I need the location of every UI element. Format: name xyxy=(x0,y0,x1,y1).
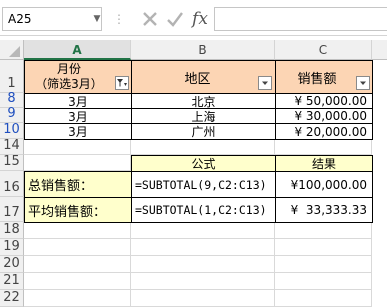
cell-b9[interactable]: 上海 xyxy=(131,108,276,124)
month-header-line1: 月份 xyxy=(56,62,81,76)
cell-a9[interactable]: 3月 xyxy=(24,108,132,124)
spreadsheet-grid: A B C 1 8 9 10 14 15 16 17 18 19 20 21 2… xyxy=(0,40,387,307)
cell-c10[interactable]: ¥ 20,000.00 xyxy=(275,123,373,140)
row-header-17[interactable]: 17 xyxy=(0,197,24,222)
row-header-16[interactable]: 16 xyxy=(0,171,24,197)
cell-c16[interactable]: ¥100,000.00 xyxy=(275,171,373,198)
cell-b21[interactable] xyxy=(131,273,275,290)
cell-c17[interactable]: ¥ 33,333.33 xyxy=(275,197,373,223)
cell-c21[interactable] xyxy=(275,273,372,290)
row-header-9[interactable]: 9 xyxy=(0,106,24,123)
cell-b22[interactable] xyxy=(131,290,275,307)
column-header-d[interactable] xyxy=(372,40,387,60)
row-header-18[interactable]: 18 xyxy=(0,222,24,239)
row-header-21[interactable]: 21 xyxy=(0,273,24,290)
cell-a8[interactable]: 3月 xyxy=(24,93,132,109)
cell-a22[interactable] xyxy=(24,290,131,307)
name-box-dropdown-icon[interactable]: ▼ xyxy=(92,9,102,29)
row-header-20[interactable]: 20 xyxy=(0,256,24,273)
cell-a18[interactable] xyxy=(24,222,131,239)
cell-a19[interactable] xyxy=(24,239,131,256)
cell-c22[interactable] xyxy=(275,290,372,307)
month-header-line2: （筛选3月） xyxy=(35,77,103,91)
cell-b18[interactable] xyxy=(131,222,275,239)
name-box[interactable]: A25 xyxy=(2,7,102,31)
cell-b14[interactable] xyxy=(131,139,275,155)
formula-bar: A25 ▼ ⋮ fx xyxy=(0,0,387,36)
cell-c9[interactable]: ¥ 30,000.00 xyxy=(275,108,373,124)
select-all-corner[interactable] xyxy=(0,40,24,60)
cell-a21[interactable] xyxy=(24,273,131,290)
row-header-14[interactable]: 14 xyxy=(0,138,24,155)
cell-b17[interactable]: =SUBTOTAL(1,C2:C13) xyxy=(131,197,276,223)
cell-b8[interactable]: 北京 xyxy=(131,93,276,109)
row-header-22[interactable]: 22 xyxy=(0,290,24,307)
region-header: 地区 xyxy=(184,71,211,87)
row-header-15[interactable]: 15 xyxy=(0,154,24,171)
cell-c20[interactable] xyxy=(275,256,372,273)
cell-b10[interactable]: 广州 xyxy=(131,123,276,140)
formula-bar-grip-icon: ⋮ xyxy=(113,12,125,26)
filter-active-icon[interactable] xyxy=(115,76,129,90)
cell-a17[interactable]: 平均销售额： xyxy=(24,197,132,223)
fx-icon[interactable]: fx xyxy=(188,7,212,31)
cell-a16[interactable]: 总销售额： xyxy=(24,171,132,198)
column-header-c[interactable]: C xyxy=(275,40,372,60)
cancel-x-icon[interactable] xyxy=(138,7,162,31)
checkmark-icon[interactable] xyxy=(163,7,187,31)
cell-c18[interactable] xyxy=(275,222,372,239)
cell-a15[interactable] xyxy=(24,155,131,171)
cell-b15[interactable]: 公式 xyxy=(131,155,276,172)
row-header-1[interactable]: 1 xyxy=(0,60,24,93)
row-header-19[interactable]: 19 xyxy=(0,239,24,256)
cell-c15[interactable]: 结果 xyxy=(275,155,373,172)
cell-c19[interactable] xyxy=(275,239,372,256)
filter-dropdown-icon[interactable] xyxy=(258,76,272,90)
cell-c14[interactable] xyxy=(275,139,372,155)
column-header-a[interactable]: A xyxy=(24,40,131,60)
cell-a14[interactable] xyxy=(24,139,131,155)
cell-a20[interactable] xyxy=(24,256,131,273)
cell-a10[interactable]: 3月 xyxy=(24,123,132,140)
formula-input[interactable] xyxy=(214,7,387,31)
cell-b19[interactable] xyxy=(131,239,275,256)
cell-b20[interactable] xyxy=(131,256,275,273)
cell-b1[interactable]: 地区 xyxy=(131,60,276,94)
cell-b16[interactable]: =SUBTOTAL(9,C2:C13) xyxy=(131,171,276,198)
sales-header: 销售额 xyxy=(297,71,337,87)
column-header-b[interactable]: B xyxy=(131,40,275,60)
cell-c8[interactable]: ¥ 50,000.00 xyxy=(275,93,373,109)
filter-dropdown-icon[interactable] xyxy=(356,76,370,90)
row-header-10[interactable]: 10 xyxy=(0,122,24,139)
